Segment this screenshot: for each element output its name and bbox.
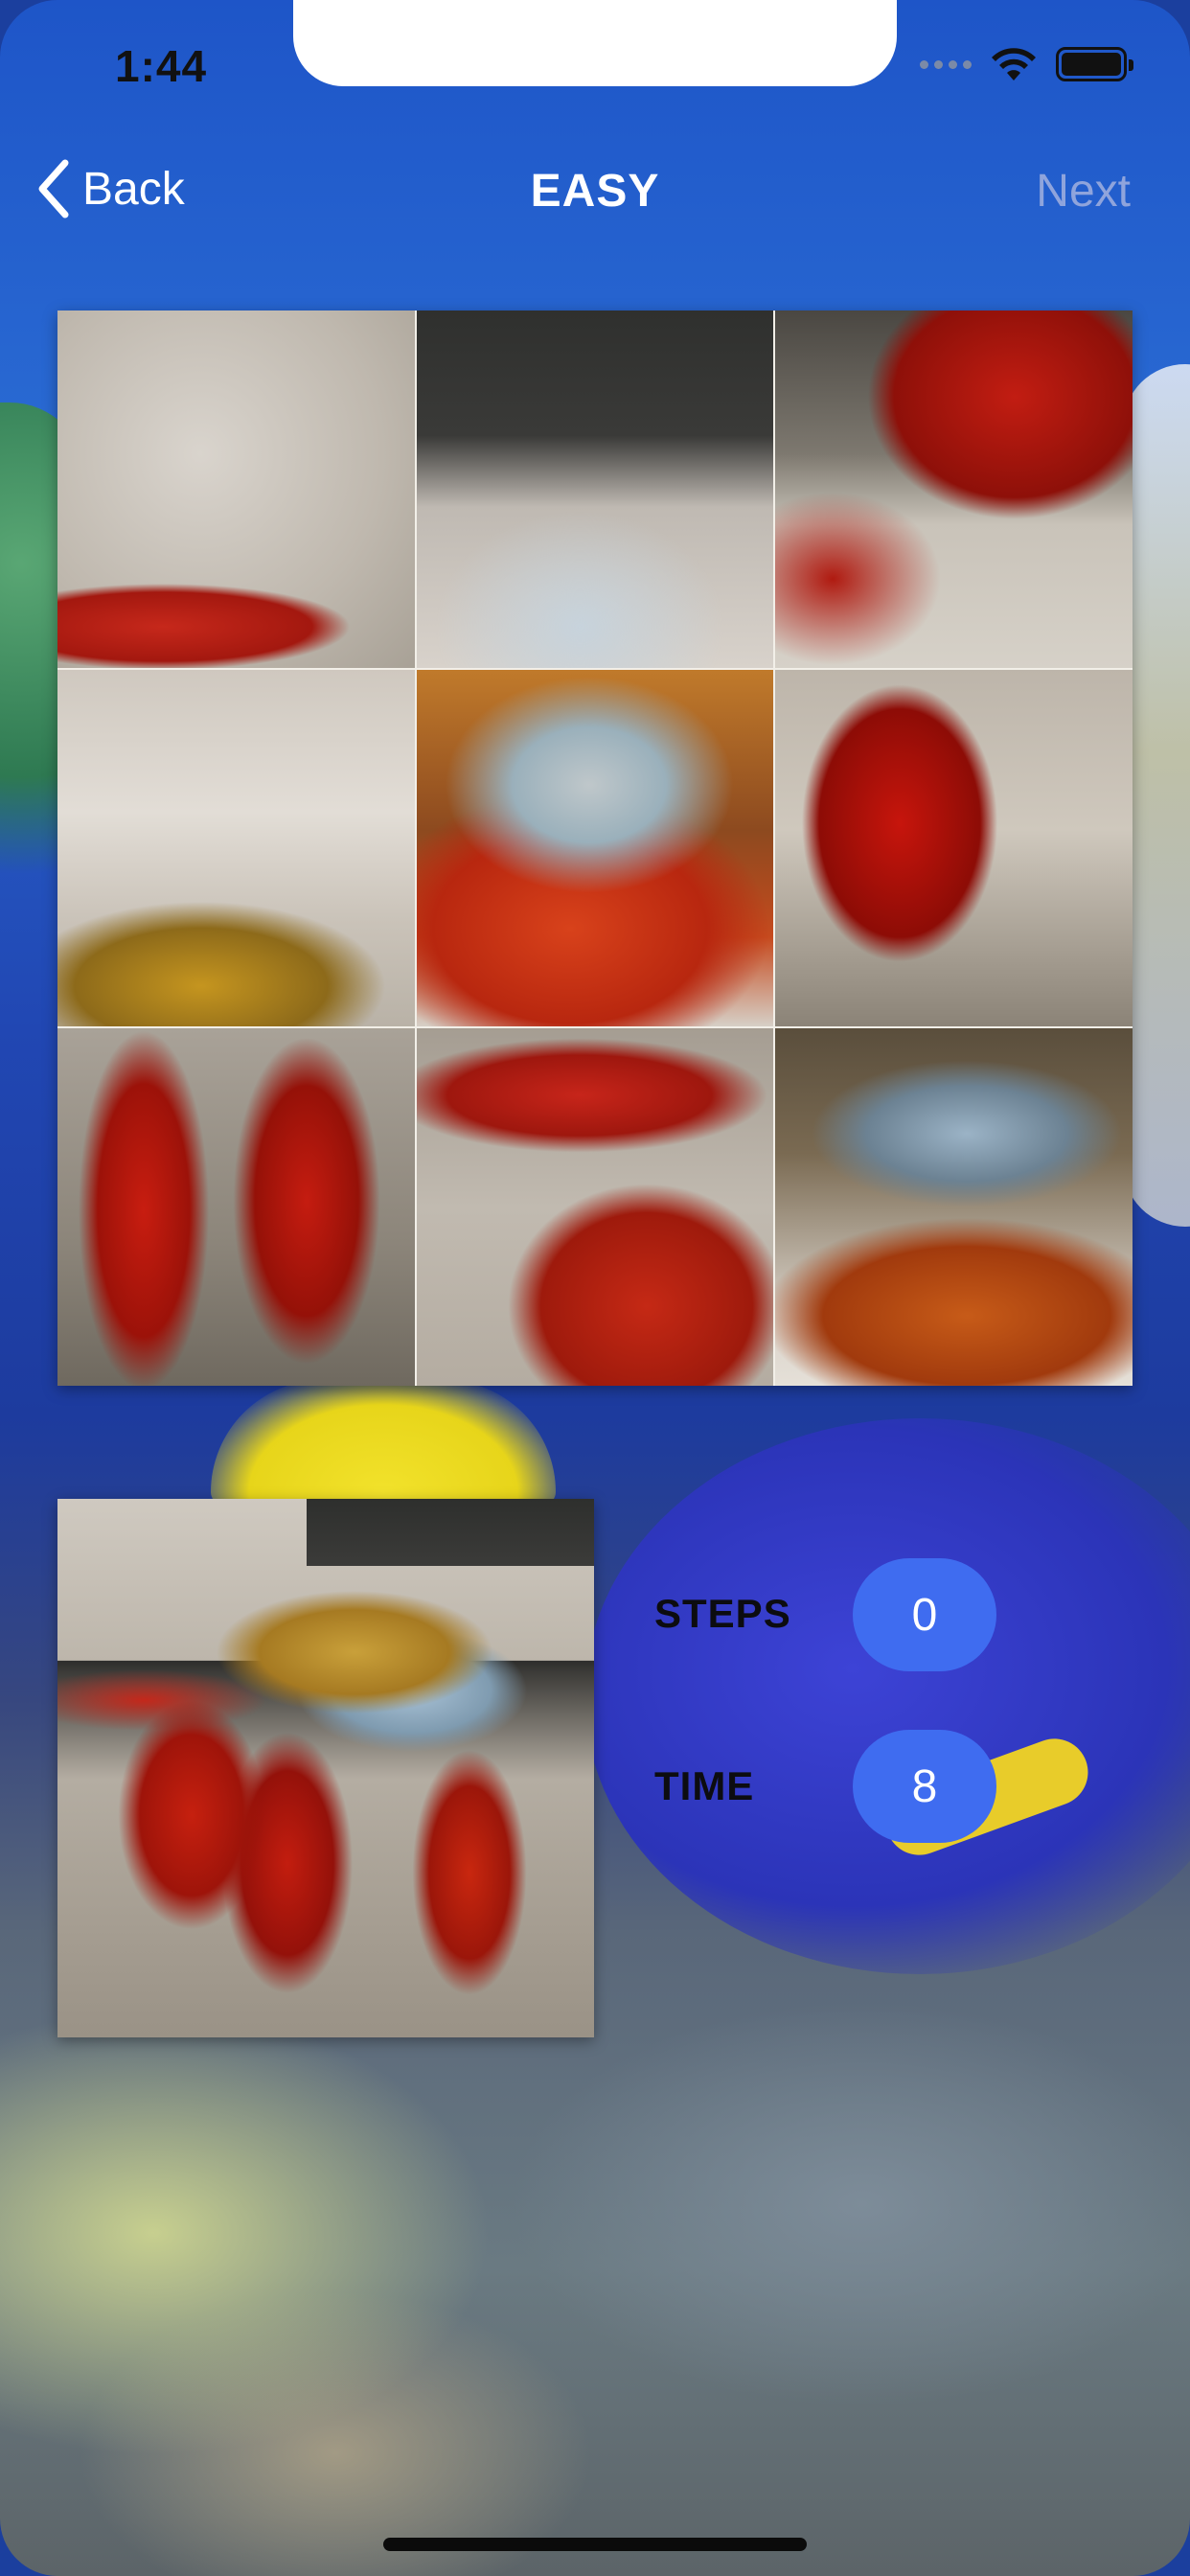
puzzle-tile[interactable] — [775, 669, 1133, 1027]
time-counter: 8 — [853, 1730, 996, 1843]
next-button[interactable]: Next — [1036, 165, 1131, 218]
device-notch — [293, 0, 897, 86]
puzzle-tile[interactable] — [775, 310, 1133, 668]
battery-icon — [1056, 47, 1133, 81]
wifi-icon — [992, 48, 1036, 80]
time-label: TIME — [654, 1763, 755, 1808]
puzzle-tile[interactable] — [57, 1028, 415, 1386]
nav-bar: Back EASY Next — [0, 144, 1190, 240]
puzzle-tile[interactable] — [775, 1028, 1133, 1386]
steps-counter: 0 — [853, 1558, 996, 1671]
screen: 1:44 Back EASY Next STEPS 0 TIME 8 — [0, 0, 1190, 2576]
puzzle-tile[interactable] — [416, 310, 774, 668]
status-time: 1:44 — [115, 41, 208, 91]
background-blue-tang — [584, 1418, 1190, 1974]
page-title: EASY — [530, 166, 660, 217]
puzzle-tile[interactable] — [416, 669, 774, 1027]
puzzle-grid — [57, 310, 1133, 1386]
steps-label: STEPS — [654, 1591, 791, 1636]
background-fish — [1123, 364, 1190, 1227]
status-icons — [920, 46, 1133, 82]
home-indicator[interactable] — [383, 2538, 807, 2551]
signal-icon — [920, 59, 972, 69]
puzzle-tile[interactable] — [416, 1028, 774, 1386]
puzzle-tile[interactable] — [57, 669, 415, 1027]
preview-image — [57, 1499, 594, 2037]
background-yellow-fin — [211, 1380, 556, 1505]
puzzle-tile[interactable] — [57, 310, 415, 668]
